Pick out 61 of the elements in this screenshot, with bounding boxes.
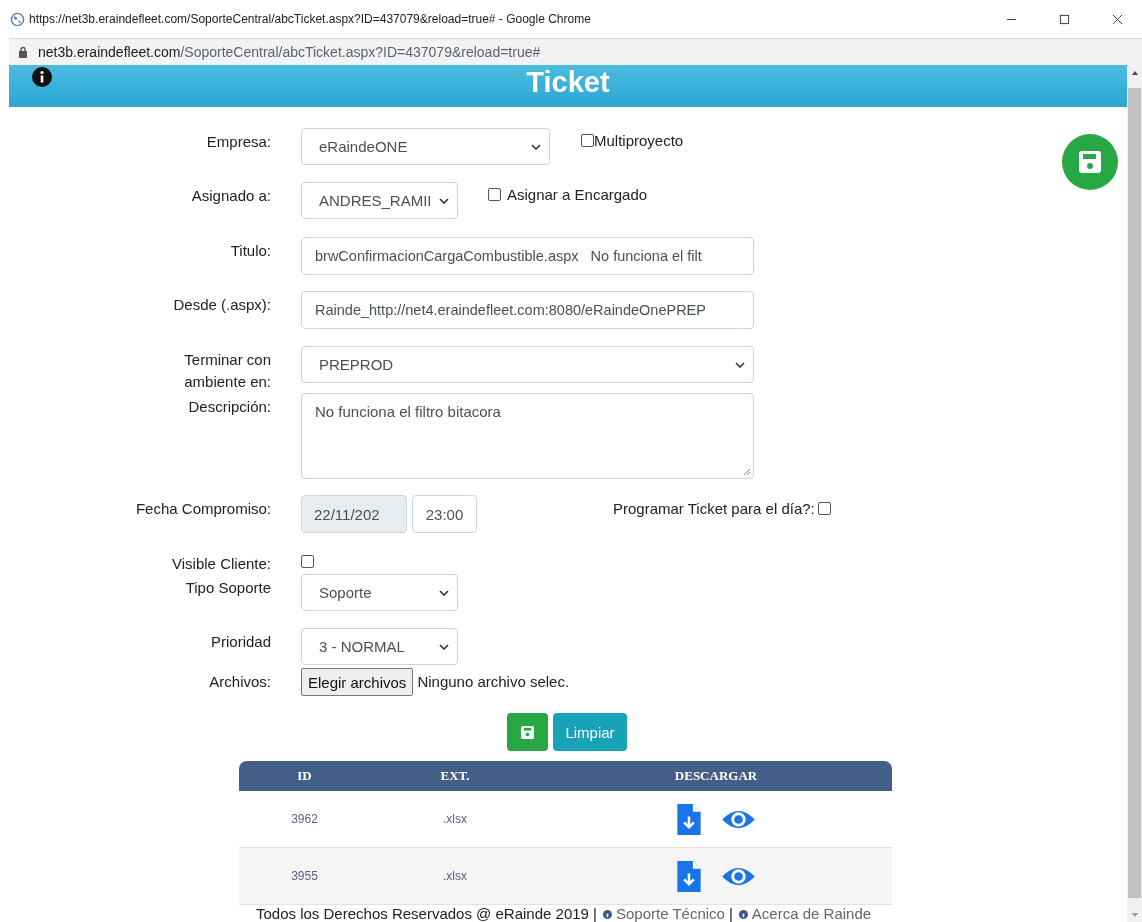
select-field[interactable]: PREPROD xyxy=(301,346,754,383)
info-icon xyxy=(738,909,748,919)
text-field[interactable]: Rainde_http://net4.eraindefleet.com:8080/eRaindeOnePREP xyxy=(301,291,754,329)
file-status: Ninguno archivo selec. xyxy=(417,672,570,692)
field-label: Visible Cliente: xyxy=(171,554,271,574)
copyright-text: Todos los Derechos Reservados @ eRainde 2019 | xyxy=(256,906,597,922)
column-header: DESCARGAR xyxy=(673,768,759,784)
field-label: Desde (.aspx): xyxy=(172,295,271,315)
caret-icon xyxy=(735,361,745,368)
scrollbar[interactable] xyxy=(1127,65,1142,922)
description-field[interactable]: No funciona el filtro bitacora xyxy=(301,393,754,479)
field-label: Asignado a: xyxy=(190,186,271,206)
table-cell-text: .xlsx xyxy=(442,812,468,826)
column-header: EXT. xyxy=(439,768,471,784)
footer-link[interactable]: Acerca de Rainde xyxy=(751,906,872,922)
caret-icon xyxy=(439,643,449,650)
save-icon xyxy=(521,725,535,739)
field-label: Prioridad xyxy=(209,632,271,652)
download-file-icon[interactable] xyxy=(676,803,701,835)
column-header: ID xyxy=(296,768,313,784)
scroll-thumb[interactable] xyxy=(1128,88,1141,898)
field-label: Fecha Compromiso: xyxy=(134,499,271,519)
info-icon xyxy=(603,909,612,919)
info-icon[interactable] xyxy=(32,67,52,87)
select-field[interactable]: ANDRES_RAMII xyxy=(301,182,458,219)
caret-icon xyxy=(531,143,541,150)
separator: | xyxy=(728,906,733,922)
checkbox[interactable] xyxy=(488,188,501,201)
close-icon[interactable] xyxy=(1112,13,1123,25)
resize-grip-icon[interactable] xyxy=(743,468,751,476)
field-label: Titulo: xyxy=(229,241,271,261)
choose-files-button[interactable]: Elegir archivos xyxy=(301,668,414,696)
lock-icon xyxy=(18,46,28,58)
table-cell-text: .xlsx xyxy=(442,869,468,883)
table-cell-text: 3955 xyxy=(290,869,319,883)
save-icon[interactable] xyxy=(1062,134,1118,190)
table-cell-text: 3962 xyxy=(290,812,319,826)
checkbox-label: Asignar a Encargado xyxy=(507,186,648,203)
save-button[interactable] xyxy=(507,713,549,751)
scroll-down-icon[interactable] xyxy=(1130,913,1139,918)
window-title: https://net3b.eraindefleet.com/SoporteCentral/abcTicket.aspx?ID=437079&reload=true# - Google Chrome xyxy=(29,12,591,26)
footer-link[interactable]: Soporte Técnico xyxy=(616,906,725,922)
page-title: Ticket xyxy=(526,65,610,99)
caret-icon xyxy=(439,589,449,596)
checkbox[interactable] xyxy=(301,555,314,568)
field-label: Tipo Soporte xyxy=(184,578,271,598)
checkbox[interactable] xyxy=(581,134,594,147)
scroll-up-icon[interactable] xyxy=(1130,70,1139,75)
select-field[interactable]: 3 - NORMAL xyxy=(301,628,458,665)
text-field[interactable]: brwConfirmacionCargaCombustible.aspx No funciona el filt xyxy=(301,237,754,275)
select-field[interactable]: Soporte xyxy=(301,574,458,611)
checkbox-label: Multiproyecto xyxy=(594,132,684,149)
maximize-icon[interactable] xyxy=(1059,13,1070,25)
caret-icon xyxy=(439,197,449,204)
field-label: Archivos: xyxy=(208,672,271,692)
field-label: Descripción: xyxy=(187,397,271,417)
field-label: Empresa: xyxy=(205,132,271,152)
checkbox-label: Programar Ticket para el día?: xyxy=(613,500,815,517)
select-field[interactable]: eRaindeONE xyxy=(301,128,550,165)
download-file-icon[interactable] xyxy=(676,860,701,892)
field-label: Terminar con ambiente en: xyxy=(183,350,271,392)
